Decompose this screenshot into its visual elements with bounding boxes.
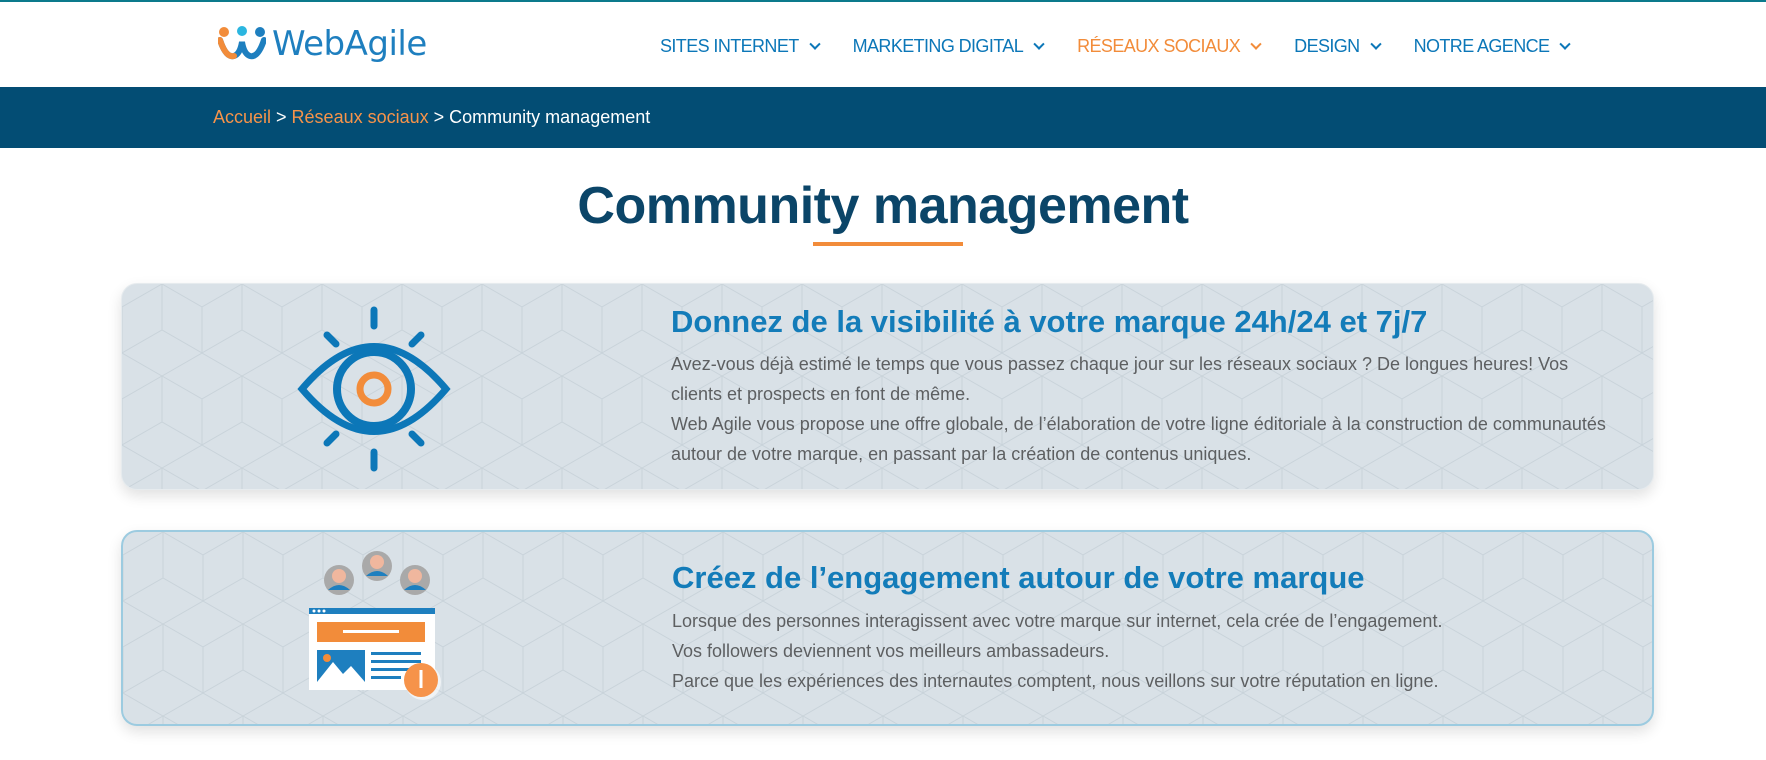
nav-item-marketing-digital[interactable]: MARKETING DIGITAL (852, 36, 1045, 57)
breadcrumb-current: Community management (449, 107, 651, 127)
community-engagement-icon (303, 550, 453, 705)
breadcrumb-link-reseaux-sociaux[interactable]: Réseaux sociaux (292, 107, 429, 127)
chevron-down-icon (1033, 38, 1045, 50)
breadcrumb: Accueil > Réseaux sociaux > Community manage… (213, 107, 650, 128)
feature-card-visibility: Donnez de la visibilité à votre marque 2… (121, 283, 1654, 490)
breadcrumb-separator: > (433, 107, 445, 127)
breadcrumb-bar: Accueil > Réseaux sociaux > Community manage… (0, 87, 1766, 148)
nav-item-notre-agence[interactable]: NOTRE AGENCE (1413, 36, 1572, 57)
chevron-down-icon (808, 38, 821, 50)
logo-wordmark: WebAgile (272, 24, 427, 64)
card-paragraph: Parce que les expériences des internaute… (672, 671, 1439, 691)
breadcrumb-link-home[interactable]: Accueil (213, 107, 271, 127)
main-nav: SITES INTERNET MARKETING DIGITAL RÉSEAUX… (660, 36, 1603, 57)
card-paragraph: Vos followers deviennent vos meilleurs a… (672, 641, 1110, 661)
nav-item-label: NOTRE AGENCE (1413, 36, 1550, 56)
nav-item-reseaux-sociaux[interactable]: RÉSEAUX SOCIAUX (1077, 36, 1262, 57)
card-paragraph: Lorsque des personnes interagissent avec… (672, 611, 1443, 631)
card-title: Créez de l’engagement autour de votre ma… (672, 560, 1365, 595)
card-title: Donnez de la visibilité à votre marque 2… (671, 304, 1428, 339)
page-title: Community management (577, 177, 1189, 235)
card-paragraph: Web Agile vous propose une offre globale… (671, 414, 1606, 464)
nav-item-label: DESIGN (1294, 36, 1360, 56)
breadcrumb-separator: > (276, 107, 287, 127)
chevron-down-icon (1369, 38, 1382, 50)
nav-item-label: MARKETING DIGITAL (852, 36, 1024, 56)
card-paragraph: Avez-vous déjà estimé le temps que vous … (671, 354, 1569, 404)
card-body: Lorsque des personnes interagissent avec… (672, 606, 1612, 696)
feature-card-engagement: Créez de l’engagement autour de votre ma… (121, 530, 1654, 726)
chevron-down-icon (1250, 38, 1262, 50)
site-header: WebAgile SITES INTERNET MARKETING DIGITA… (0, 2, 1766, 87)
chevron-down-icon (1559, 38, 1572, 50)
nav-item-design[interactable]: DESIGN (1294, 36, 1382, 57)
site-logo[interactable]: WebAgile (218, 24, 427, 64)
webagile-logo-icon (218, 26, 266, 60)
card-body: Avez-vous déjà estimé le temps que vous … (671, 349, 1611, 469)
eye-icon (294, 304, 454, 479)
nav-item-label: RÉSEAUX SOCIAUX (1077, 36, 1241, 56)
nav-item-label: SITES INTERNET (660, 36, 799, 56)
nav-item-sites-internet[interactable]: SITES INTERNET (660, 36, 821, 57)
title-underline (813, 242, 963, 246)
